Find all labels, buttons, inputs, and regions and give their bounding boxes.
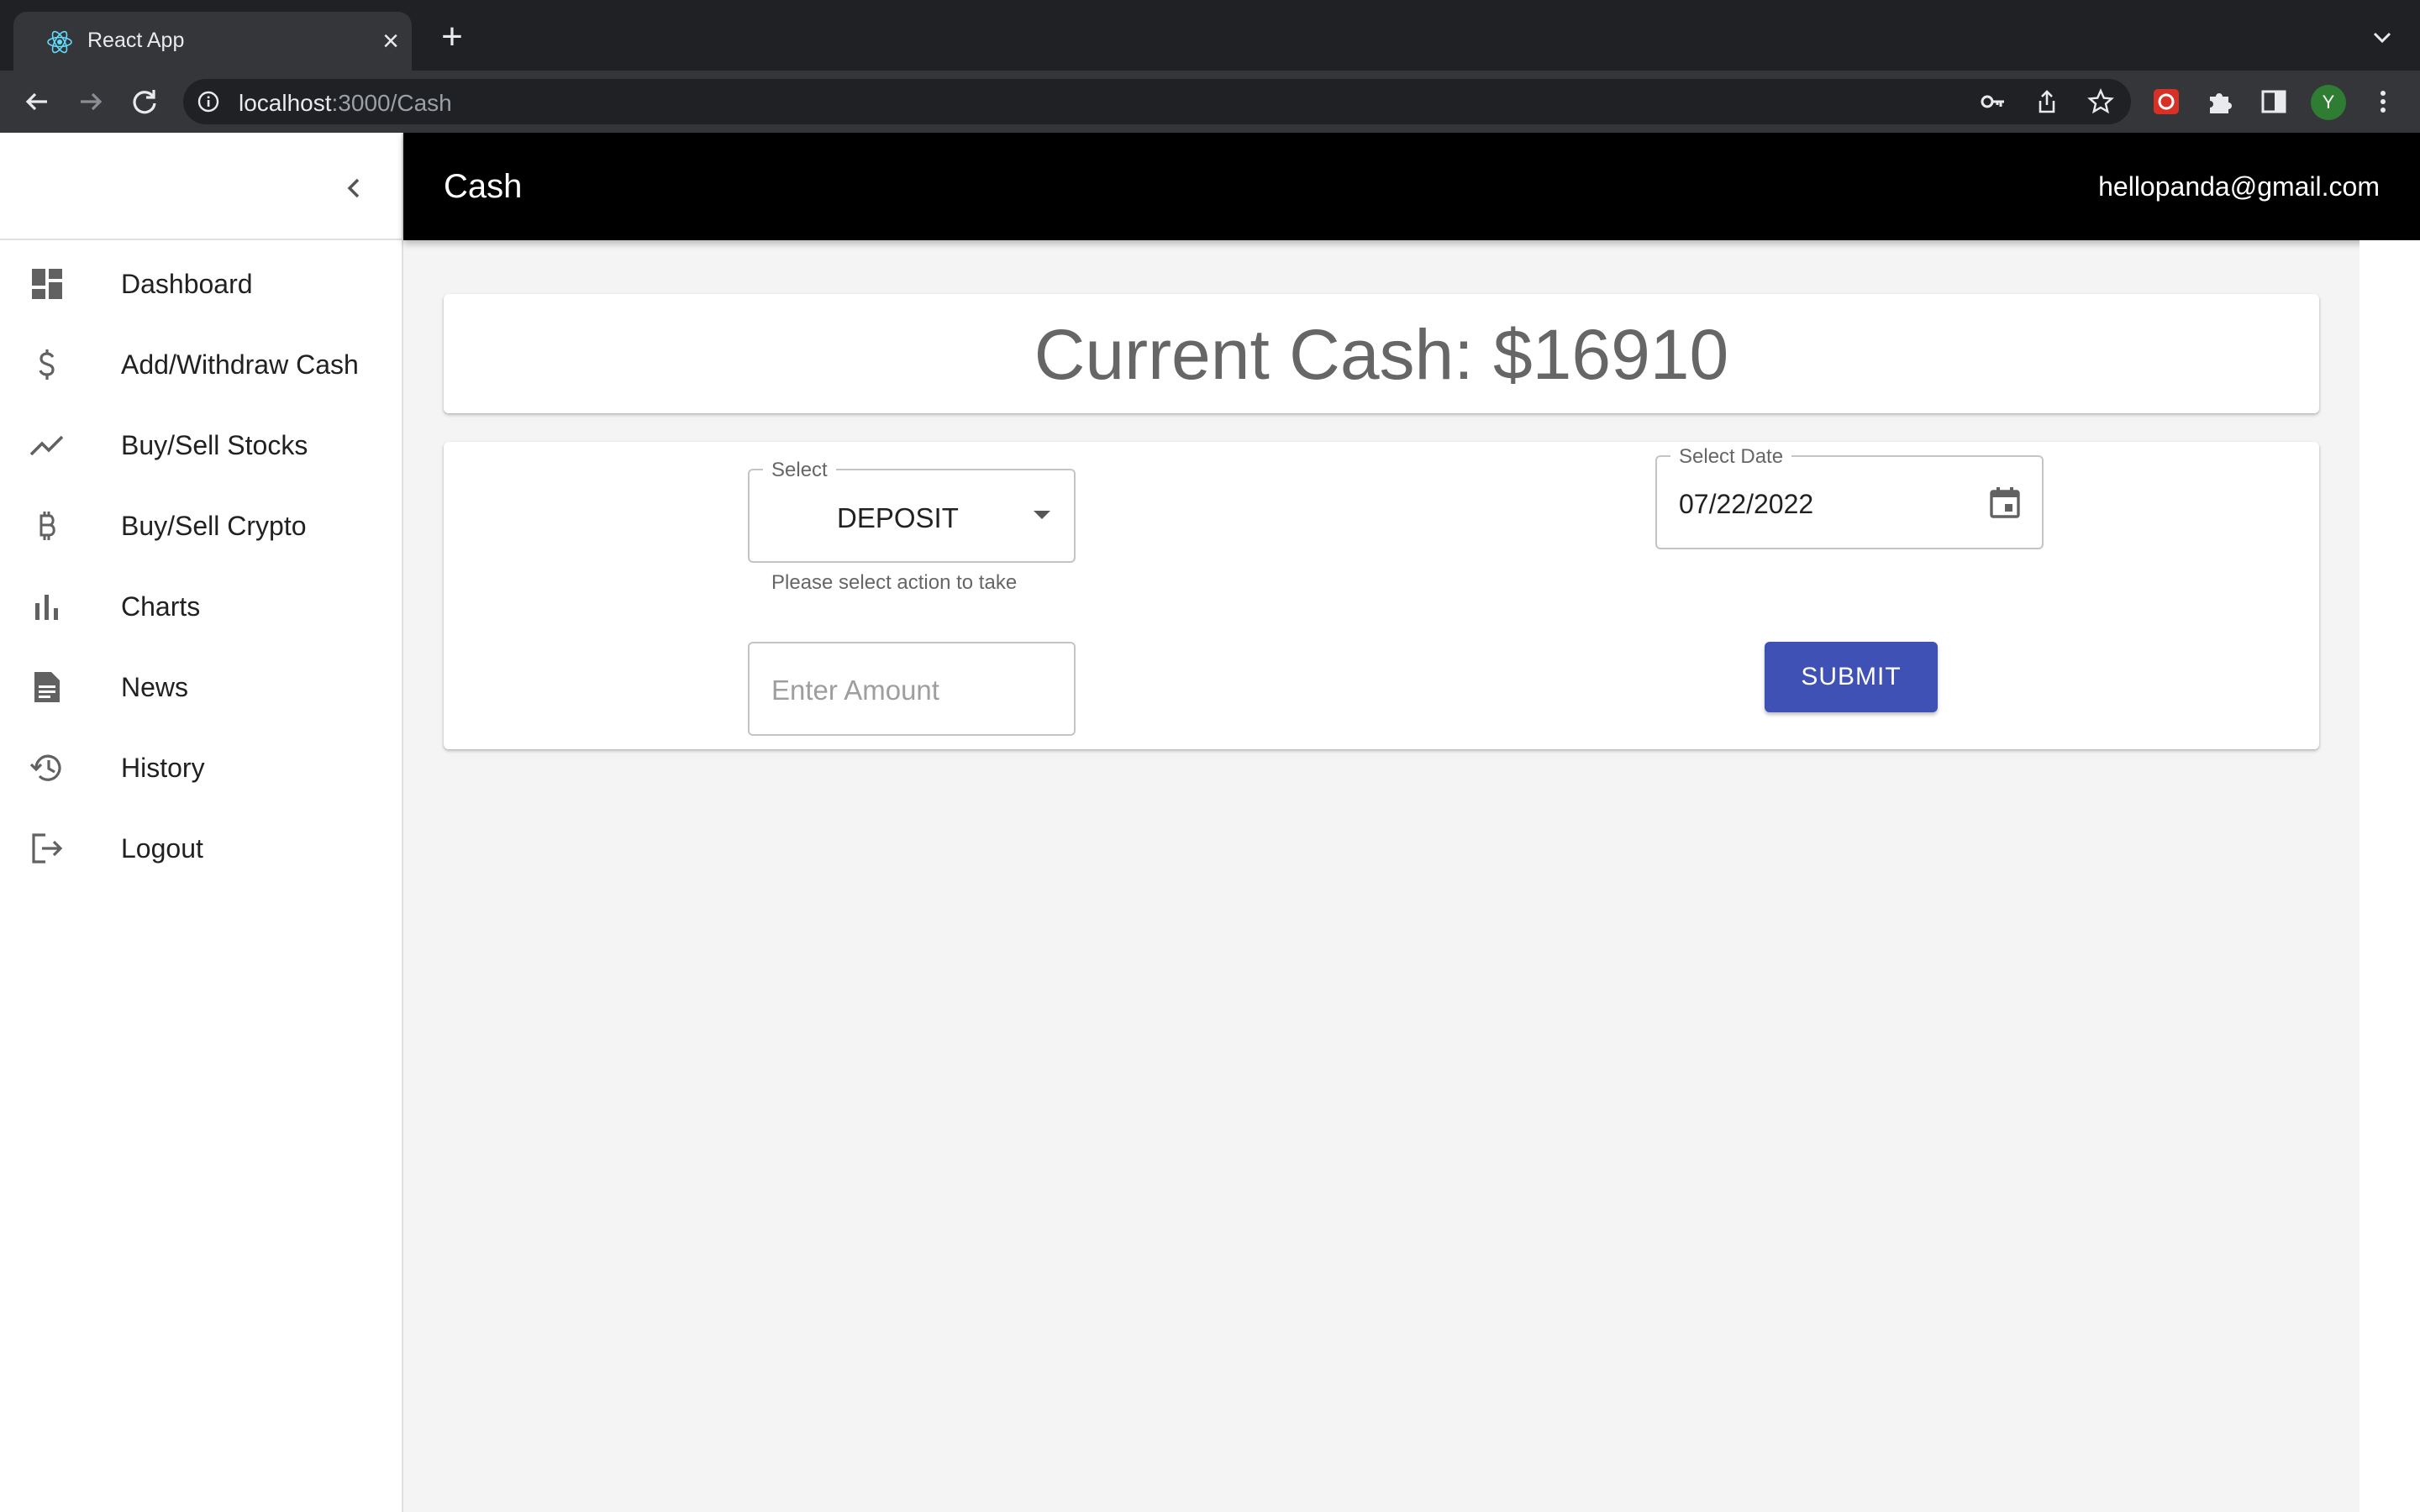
action-select-helper: Please select action to take — [771, 571, 1018, 594]
trending-up-icon — [29, 435, 64, 456]
profile-avatar[interactable]: Y — [2311, 85, 2346, 120]
sidebar-item-label: Buy/Sell Crypto — [121, 511, 307, 541]
tab-title: React App — [87, 29, 185, 52]
extension-app-icon[interactable] — [2151, 87, 2181, 117]
sidebar-item-label: Logout — [121, 833, 203, 864]
bar-chart-icon — [35, 595, 58, 620]
action-select-label: Select — [763, 459, 836, 482]
sidebar-item-label: History — [121, 753, 205, 783]
cash-form-card: Select DEPOSIT Please select action to t… — [444, 442, 2319, 749]
submit-button[interactable]: SUBMIT — [1765, 642, 1938, 712]
address-bar[interactable]: localhost:3000/Cash — [183, 79, 2131, 124]
app-bar: Cash hellopanda@gmail.com — [403, 133, 2420, 240]
chevron-left-icon[interactable] — [336, 170, 373, 207]
sidebar-item-add-withdraw-cash[interactable]: Add/Withdraw Cash — [0, 323, 402, 403]
dollar-icon — [39, 349, 55, 380]
date-field[interactable]: Select Date 07/22/2022 — [1655, 445, 2044, 549]
reload-icon[interactable] — [128, 85, 161, 118]
sidebar-item-buy-sell-crypto[interactable]: Buy/Sell Crypto — [0, 484, 402, 564]
current-cash-card: Current Cash: $16910 — [444, 294, 2319, 413]
sidebar-item-label: Add/Withdraw Cash — [121, 349, 359, 380]
history-icon — [29, 754, 61, 781]
browser-tab[interactable]: React App × — [13, 12, 412, 71]
action-select-value: DEPOSIT — [837, 502, 959, 533]
bookmark-star-icon[interactable] — [2087, 88, 2114, 115]
dashboard-icon — [32, 269, 62, 299]
sidebar-header — [0, 133, 402, 240]
sidebar-item-logout[interactable]: Logout — [0, 806, 402, 887]
share-icon[interactable] — [2033, 88, 2060, 115]
url-text[interactable]: localhost:3000/Cash — [239, 90, 452, 117]
chevron-down-icon[interactable] — [2368, 24, 2396, 52]
date-field-label: Select Date — [1670, 445, 1792, 469]
key-icon[interactable] — [1980, 88, 2007, 115]
sidebar-item-charts[interactable]: Charts — [0, 564, 402, 645]
browser-toolbar: localhost:3000/Cash Y — [0, 71, 2420, 133]
amount-field[interactable] — [748, 642, 1076, 736]
sidebar-item-label: Charts — [121, 591, 201, 622]
side-panel-icon[interactable] — [2259, 87, 2289, 117]
react-icon — [47, 30, 72, 54]
amount-input[interactable] — [771, 672, 1057, 709]
new-tab-icon[interactable]: + — [437, 18, 467, 55]
sidebar-item-dashboard[interactable]: Dashboard — [0, 242, 402, 323]
sidebar-item-label: Dashboard — [121, 269, 253, 299]
info-icon[interactable] — [197, 90, 220, 113]
sidebar-item-buy-sell-stocks[interactable]: Buy/Sell Stocks — [0, 403, 402, 484]
page-title: Cash — [444, 168, 523, 205]
forward-icon[interactable] — [74, 85, 108, 118]
bitcoin-icon — [39, 512, 55, 540]
browser-tab-bar: React App × + — [0, 0, 2420, 71]
close-tab-icon[interactable]: × — [376, 27, 405, 55]
sidebar-nav: Dashboard Add/Withdraw Cash Buy/Sell Sto… — [0, 242, 402, 887]
back-icon[interactable] — [20, 85, 54, 118]
sidebar-item-news[interactable]: News — [0, 645, 402, 726]
sidebar: Dashboard Add/Withdraw Cash Buy/Sell Sto… — [0, 133, 403, 1512]
dropdown-arrow-icon[interactable] — [1034, 511, 1050, 519]
current-cash-value: Current Cash: $16910 — [1034, 315, 1729, 394]
extensions-puzzle-icon[interactable] — [2205, 87, 2235, 117]
article-icon — [34, 672, 60, 702]
sidebar-item-label: Buy/Sell Stocks — [121, 430, 308, 460]
right-margin-strip — [2360, 240, 2420, 1512]
date-field-value[interactable]: 07/22/2022 — [1679, 489, 1813, 520]
sidebar-item-label: News — [121, 672, 189, 702]
more-menu-icon[interactable] — [2368, 87, 2398, 117]
calendar-icon[interactable] — [1986, 484, 2023, 521]
sidebar-item-history[interactable]: History — [0, 726, 402, 806]
logout-icon — [32, 833, 63, 864]
user-email: hellopanda@gmail.com — [2098, 171, 2380, 202]
action-select[interactable]: Select DEPOSIT — [748, 459, 1076, 563]
